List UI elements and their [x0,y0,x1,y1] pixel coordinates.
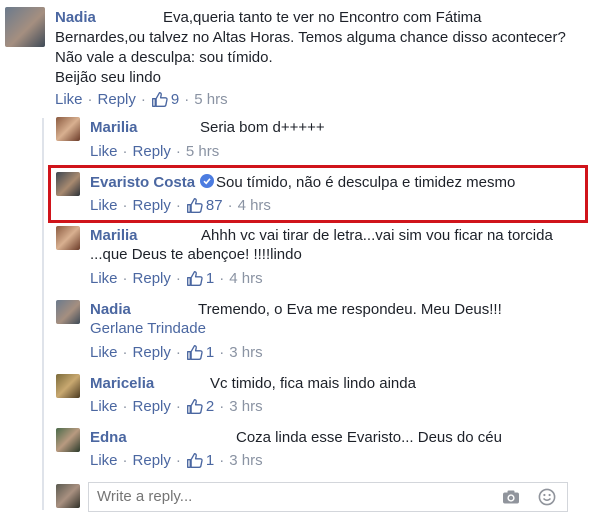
comment-actions: Like · Reply · 2 · 3 hrs [90,398,263,415]
like-count[interactable]: 1 [206,452,214,469]
thumbs-up-icon[interactable] [186,197,203,214]
comment-text-line: Sou tímido, não é desculpa e timidez mes… [216,174,516,191]
separator: · [140,91,146,108]
comment-text-line: Vc timido, fica mais lindo ainda [210,375,416,392]
reply-link[interactable]: Reply [133,270,171,287]
separator: · [175,143,181,160]
avatar[interactable] [56,300,80,324]
thumbs-up-icon[interactable] [186,270,203,287]
separator: · [219,270,225,287]
separator: · [219,398,225,415]
separator: · [219,452,225,469]
comment-author[interactable]: Maricelia [90,375,154,392]
like-count[interactable]: 2 [206,398,214,415]
comment-text-line: Eva,queria tanto te ver no Encontro com … [163,9,482,26]
comment-author[interactable]: Marilia [90,227,138,244]
like-count[interactable]: 1 [206,344,214,361]
avatar[interactable] [56,374,80,398]
separator: · [175,398,181,415]
comment-text-line: ...que Deus te abençoe! !!!!lindo [90,246,302,263]
comment-actions: Like · Reply · 1 · 3 hrs [90,452,263,469]
timestamp[interactable]: 3 hrs [229,452,262,469]
comment-text-line: Tremendo, o Eva me respondeu. Meu Deus!!… [198,301,502,318]
like-count[interactable]: 9 [171,91,179,108]
reply-link[interactable]: Reply [133,452,171,469]
reply-link[interactable]: Reply [133,197,171,214]
reply-link[interactable]: Reply [133,143,171,160]
separator: · [175,452,181,469]
reply-thread-line [42,118,44,510]
comment-text-line: Beijão seu lindo [55,69,161,86]
reply-box[interactable] [88,482,568,512]
timestamp[interactable]: 5 hrs [186,143,219,160]
timestamp[interactable]: 4 hrs [238,197,271,214]
reply-link[interactable]: Reply [133,398,171,415]
separator: · [175,344,181,361]
avatar[interactable] [56,172,80,196]
separator: · [122,344,128,361]
like-link[interactable]: Like [55,91,83,108]
comment-actions: Like · Reply · 1 · 3 hrs [90,344,263,361]
avatar[interactable] [56,117,80,141]
comment-actions: Like · Reply · 9 · 5 hrs [55,91,228,108]
like-link[interactable]: Like [90,398,118,415]
separator: · [227,197,233,214]
like-link[interactable]: Like [90,197,118,214]
comment-author[interactable]: Evaristo Costa [90,174,215,191]
separator: · [122,143,128,160]
timestamp[interactable]: 5 hrs [194,91,227,108]
like-link[interactable]: Like [90,143,118,160]
like-count[interactable]: 87 [206,197,223,214]
separator: · [122,197,128,214]
author-name[interactable]: Evaristo Costa [90,174,195,191]
separator: · [175,197,181,214]
camera-icon[interactable] [502,489,520,505]
like-link[interactable]: Like [90,270,118,287]
timestamp[interactable]: 4 hrs [229,270,262,287]
thumbs-up-icon[interactable] [186,398,203,415]
separator: · [175,270,181,287]
like-link[interactable]: Like [90,452,118,469]
tagged-user-link[interactable]: Gerlane Trindade [90,319,206,339]
reply-link[interactable]: Reply [98,91,136,108]
timestamp[interactable]: 3 hrs [229,344,262,361]
comment-author[interactable]: Nadia [90,301,131,318]
comment-author[interactable]: Edna [90,429,127,446]
smiley-icon[interactable] [538,488,556,506]
comment-actions: Like · Reply · 5 hrs [90,143,219,160]
verified-badge-icon [200,174,215,188]
separator: · [87,91,93,108]
like-link[interactable]: Like [90,344,118,361]
comment-text-line: Ahhh vc vai tirar de letra...vai sim vou… [201,227,553,244]
comment-text-line: Bernardes,ou talvez no Altas Horas. Temo… [55,29,566,46]
reply-link[interactable]: Reply [133,344,171,361]
separator: · [184,91,190,108]
separator: · [122,452,128,469]
separator: · [219,344,225,361]
avatar[interactable] [56,428,80,452]
avatar [56,484,80,508]
comment-actions: Like · Reply · 1 · 4 hrs [90,270,263,287]
thumbs-up-icon[interactable] [186,344,203,361]
separator: · [122,270,128,287]
thumbs-up-icon[interactable] [186,452,203,469]
timestamp[interactable]: 3 hrs [229,398,262,415]
comment-actions: Like · Reply · 87 · 4 hrs [90,197,271,214]
comment-author[interactable]: Nadia [55,9,96,26]
like-count[interactable]: 1 [206,270,214,287]
avatar[interactable] [56,226,80,250]
comment-text-line: Não vale a desculpa: sou tímido. [55,49,273,66]
comment-author[interactable]: Marilia [90,119,138,136]
comment-text-line: Seria bom d+++++ [200,119,325,136]
avatar[interactable] [5,7,45,47]
thumbs-up-icon[interactable] [151,91,168,108]
comment-text-line: Coza linda esse Evaristo... Deus do céu [236,429,502,446]
reply-input[interactable] [97,488,477,505]
separator: · [122,398,128,415]
